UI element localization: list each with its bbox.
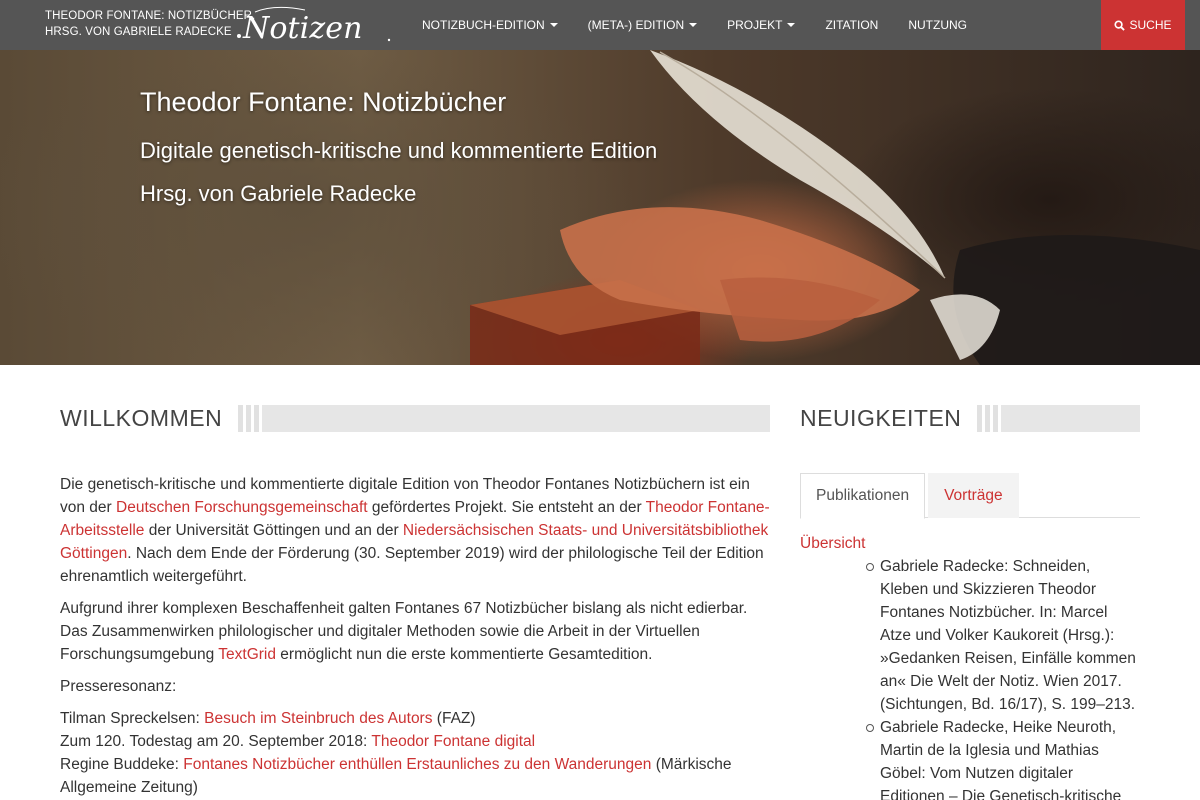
- search-icon: [1114, 19, 1126, 31]
- press-list: Tilman Spreckelsen: Besuch im Steinbruch…: [60, 707, 770, 799]
- press-link[interactable]: Fontanes Notizbücher enthüllen Erstaunli…: [183, 756, 651, 773]
- overview-link[interactable]: Übersicht: [800, 532, 1140, 555]
- caret-down-icon: [787, 23, 796, 27]
- text: gefördertes Projekt. Sie entsteht an der: [367, 499, 646, 516]
- notizen-logo: Notizen: [237, 6, 391, 46]
- nav-meta-edition[interactable]: (META-) EDITION: [576, 0, 709, 50]
- news-heading: NEUIGKEITEN: [800, 405, 962, 431]
- list-item: Gabriele Radecke, Heike Neuroth, Martin …: [866, 716, 1140, 800]
- hero-title: Theodor Fontane: Notizbücher: [140, 87, 507, 117]
- press-item: Zum 120. Todestag am 20. September 2018:…: [60, 730, 770, 753]
- brand-title: THEODOR FONTANE: NOTIZBÜCHER.: [45, 10, 256, 22]
- nav-label: PROJEKT: [727, 18, 783, 32]
- textgrid-link[interactable]: TextGrid: [218, 646, 276, 663]
- text: der Universität Göttingen und an der: [144, 522, 403, 539]
- tab-publikationen[interactable]: Publikationen: [800, 473, 926, 519]
- text: Tilman Spreckelsen:: [60, 710, 205, 727]
- publications-panel: Übersicht Gabriele Radecke: Schneiden, K…: [800, 532, 1140, 800]
- nav-label: NUTZUNG: [908, 18, 968, 32]
- welcome-heading: WILLKOMMEN: [60, 405, 223, 431]
- main-nav: NOTIZBUCH-EDITION (META-) EDITION PROJEK…: [410, 0, 985, 50]
- text: (FAZ): [432, 710, 476, 727]
- press-item: Regine Buddeke: Fontanes Notizbücher ent…: [60, 753, 770, 799]
- nav-notizbuch-edition[interactable]: NOTIZBUCH-EDITION: [410, 0, 570, 50]
- welcome-header: WILLKOMMEN: [60, 405, 770, 432]
- dfg-link[interactable]: Deutschen Forschungsgemeinschaft: [116, 499, 368, 516]
- caret-down-icon: [689, 23, 698, 27]
- text: ermöglicht nun die erste kommentierte Ge…: [275, 646, 653, 663]
- hero-subtitle: Digitale genetisch-kritische und komment…: [140, 138, 658, 163]
- press-label: Presseresonanz:: [60, 678, 177, 695]
- welcome-content: Die genetisch-kritische und kommentierte…: [60, 473, 770, 800]
- nav-zitation[interactable]: ZITATION: [813, 0, 890, 50]
- list-item: Gabriele Radecke: Schneiden, Kleben und …: [866, 555, 1140, 716]
- text: Zum 120. Todestag am 20. September 2018:: [60, 733, 372, 750]
- caret-down-icon: [549, 23, 558, 27]
- search-label: SUCHE: [1129, 18, 1172, 32]
- press-link[interactable]: Besuch im Steinbruch des Autors: [204, 710, 432, 727]
- method-paragraph: Aufgrund ihrer komplexen Beschaffenheit …: [60, 597, 770, 666]
- publication-list: Gabriele Radecke: Schneiden, Kleben und …: [800, 555, 1140, 800]
- nav-nutzung[interactable]: NUTZUNG: [896, 0, 979, 50]
- hero-editor: Hrsg. von Gabriele Radecke: [140, 181, 417, 206]
- tab-vortraege[interactable]: Vorträge: [928, 473, 1019, 518]
- hero-banner: Theodor Fontane: Notizbücher Digitale ge…: [0, 50, 1200, 365]
- nav-label: ZITATION: [825, 18, 879, 32]
- brand-editor: HRSG. VON GABRIELE RADECKE: [45, 26, 232, 38]
- intro-paragraph: Die genetisch-kritische und kommentierte…: [60, 473, 770, 588]
- heading-decoration: [238, 405, 770, 432]
- brand-link[interactable]: THEODOR FONTANE: NOTIZBÜCHER. HRSG. VON …: [45, 6, 391, 46]
- news-header: NEUIGKEITEN: [800, 405, 1140, 432]
- nav-projekt[interactable]: PROJEKT: [715, 0, 807, 50]
- text: . Nach dem Ende der Förderung (30. Septe…: [60, 545, 764, 585]
- heading-decoration: [977, 405, 1140, 432]
- nav-label: NOTIZBUCH-EDITION: [422, 18, 545, 32]
- news-tabs: Publikationen Vorträge: [800, 473, 1140, 519]
- top-navbar: THEODOR FONTANE: NOTIZBÜCHER. HRSG. VON …: [0, 0, 1200, 50]
- press-item: Tilman Spreckelsen: Besuch im Steinbruch…: [60, 707, 770, 730]
- search-button[interactable]: SUCHE: [1101, 0, 1185, 50]
- logo-text: Notizen: [242, 11, 363, 46]
- text: Regine Buddeke:: [60, 756, 184, 773]
- nav-label: (META-) EDITION: [587, 18, 685, 32]
- press-link[interactable]: Theodor Fontane digital: [371, 733, 535, 750]
